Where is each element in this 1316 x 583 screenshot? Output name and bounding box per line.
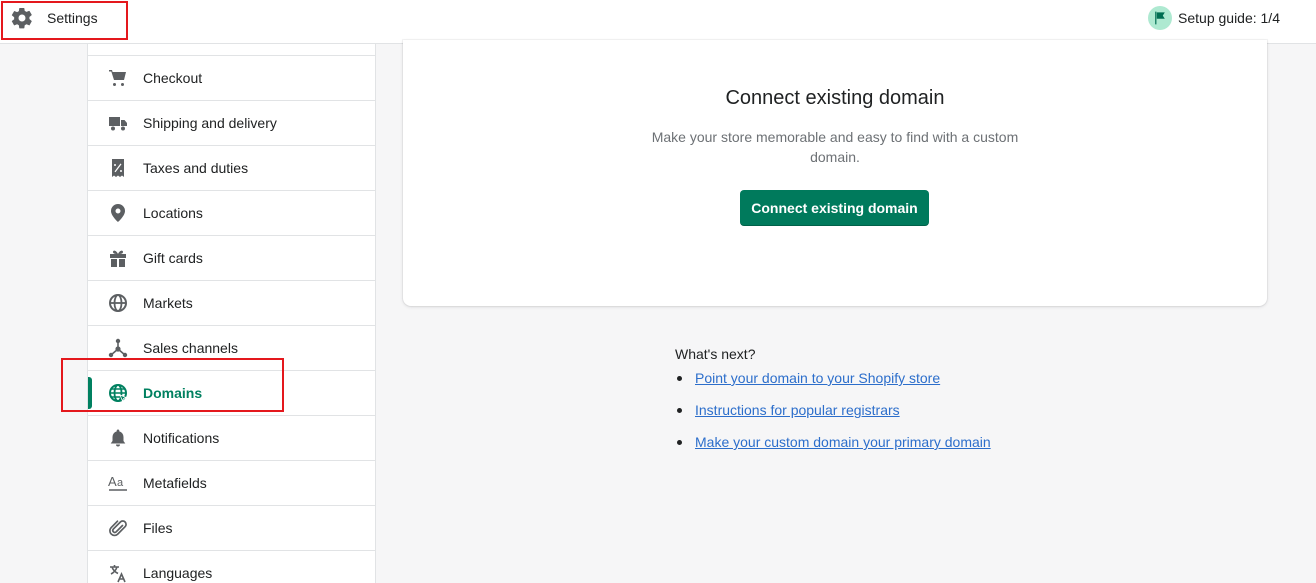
sidebar-item-checkout[interactable]: Checkout <box>88 55 376 100</box>
highlight-box-domains <box>61 358 284 412</box>
bell-icon <box>107 427 129 449</box>
sidebar-item-label: Locations <box>143 205 203 221</box>
sidebar-item-locations[interactable]: Locations <box>88 190 376 235</box>
cart-icon <box>107 67 129 89</box>
gift-icon <box>107 247 129 269</box>
list-item: Point your domain to your Shopify store <box>675 368 991 400</box>
globe-icon <box>107 292 129 314</box>
whats-next-section: What's next? Point your domain to your S… <box>675 346 991 464</box>
whats-next-list: Point your domain to your Shopify store … <box>675 368 991 464</box>
connect-existing-domain-button[interactable]: Connect existing domain <box>740 190 929 226</box>
metafields-icon: Aa <box>107 472 129 494</box>
sidebar-item-label: Taxes and duties <box>143 160 248 176</box>
sidebar-item-label: Metafields <box>143 475 207 491</box>
registrars-instructions-link[interactable]: Instructions for popular registrars <box>695 402 900 418</box>
svg-text:A: A <box>108 474 117 489</box>
sidebar-item-label: Gift cards <box>143 250 203 266</box>
sidebar-item-markets[interactable]: Markets <box>88 280 376 325</box>
sidebar-item-label: Markets <box>143 295 193 311</box>
whats-next-heading: What's next? <box>675 346 991 362</box>
sidebar-item-label: Sales channels <box>143 340 238 356</box>
translate-icon <box>107 562 129 583</box>
sidebar-item-label: Notifications <box>143 430 219 446</box>
truck-icon <box>107 112 129 134</box>
card-description: Make your store memorable and easy to fi… <box>643 127 1027 167</box>
flag-icon <box>1148 6 1172 30</box>
sidebar-item-taxes[interactable]: Taxes and duties <box>88 145 376 190</box>
svg-text:a: a <box>117 477 124 489</box>
connect-domain-card: Connect existing domain Make your store … <box>403 40 1267 306</box>
channels-icon <box>107 337 129 359</box>
sidebar-item-label: Shipping and delivery <box>143 115 277 131</box>
receipt-icon <box>107 157 129 179</box>
paperclip-icon <box>107 517 129 539</box>
top-bar: Settings Setup guide: 1/4 <box>0 0 1316 44</box>
setup-guide-label: Setup guide: 1/4 <box>1178 10 1280 26</box>
sidebar-item-label: Checkout <box>143 70 202 86</box>
sidebar-item-files[interactable]: Files <box>88 505 376 550</box>
sidebar-item-label: Files <box>143 520 173 536</box>
sidebar-item-languages[interactable]: Languages <box>88 550 376 583</box>
sidebar-item-label: Languages <box>143 565 212 581</box>
list-item: Make your custom domain your primary dom… <box>675 432 991 464</box>
sidebar-item-gift-cards[interactable]: Gift cards <box>88 235 376 280</box>
sidebar-item-metafields[interactable]: Aa Metafields <box>88 460 376 505</box>
location-pin-icon <box>107 202 129 224</box>
primary-domain-link[interactable]: Make your custom domain your primary dom… <box>695 434 991 450</box>
sidebar-item-shipping[interactable]: Shipping and delivery <box>88 100 376 145</box>
settings-sidebar: Checkout Shipping and delivery Taxes and… <box>87 44 376 583</box>
highlight-box-settings <box>1 1 128 40</box>
card-title: Connect existing domain <box>403 87 1267 110</box>
list-item: Instructions for popular registrars <box>675 400 991 432</box>
setup-guide-button[interactable]: Setup guide: 1/4 <box>1148 6 1280 30</box>
sidebar-item-notifications[interactable]: Notifications <box>88 415 376 460</box>
point-domain-link[interactable]: Point your domain to your Shopify store <box>695 370 940 386</box>
